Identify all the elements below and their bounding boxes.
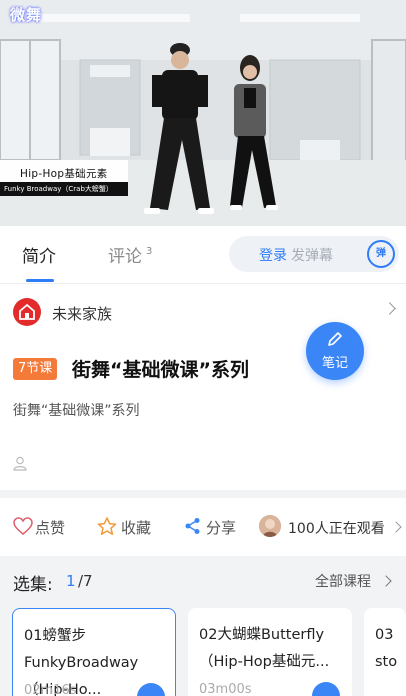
action-bar: 点赞 收藏 分享 100人正在观看 — [0, 498, 406, 556]
danmu-send-placeholder[interactable]: 发弹幕 — [291, 245, 333, 265]
video-player[interactable]: 微舞 Hip-Hop基础元素 Funky Broadway（Crab大螃蟹） — [0, 0, 406, 226]
course-title: 街舞“基础微课”系列 — [72, 359, 249, 381]
favorite-label: 收藏 — [121, 519, 152, 537]
episodes-header: 选集: 1 /7 全部课程 — [0, 556, 406, 604]
danmu-login-link[interactable]: 登录 — [259, 245, 287, 265]
heart-icon — [13, 517, 33, 535]
danmu-bar[interactable]: 登录 发弹幕 弹 — [229, 236, 399, 272]
viewer-avatar — [259, 515, 281, 537]
tab-comments-label: 评论 — [108, 247, 142, 267]
pen-icon — [328, 332, 342, 346]
like-label: 点赞 — [35, 519, 66, 537]
share-label: 分享 — [206, 519, 237, 537]
video-caption-title: Hip-Hop基础元素 — [20, 168, 108, 180]
danmu-toggle-icon[interactable]: 弹 — [367, 240, 395, 268]
chevron-right-icon[interactable] — [380, 575, 392, 587]
lesson-count-badge: 7节课 — [13, 358, 58, 380]
episode-total: /7 — [78, 572, 93, 590]
episode-title: 03 sto — [375, 627, 398, 670]
tab-bar: 简介 评论 3 登录 发弹幕 弹 — [0, 226, 406, 284]
course-page: 微舞 Hip-Hop基础元素 Funky Broadway（Crab大螃蟹） 简… — [0, 0, 406, 696]
note-label: 笔记 — [321, 356, 348, 371]
all-courses-link[interactable]: 全部课程 — [315, 571, 371, 591]
episode-card[interactable]: 02大蝴蝶Butterfly（Hip-Hop基础元... 03m00s — [188, 608, 352, 696]
chevron-right-icon — [390, 521, 402, 533]
note-button[interactable]: 笔记 — [306, 322, 364, 380]
tab-comments[interactable]: 评论 3 — [108, 242, 152, 267]
play-icon[interactable] — [312, 682, 340, 696]
tab-intro[interactable]: 简介 — [22, 242, 56, 267]
episode-current: 1 — [66, 572, 76, 590]
episodes-label: 选集: — [13, 575, 53, 595]
episode-card[interactable]: 01螃蟹步FunkyBroadway（Hip-Ho... 02m16s — [12, 608, 176, 696]
org-name: 未来家族 — [52, 305, 113, 323]
course-description: 街舞“基础微课”系列 — [13, 403, 140, 419]
chevron-right-icon — [383, 302, 396, 315]
person-icon — [13, 456, 27, 471]
share-icon — [185, 518, 200, 534]
video-caption-subtitle: Funky Broadway（Crab大螃蟹） — [0, 182, 128, 196]
episode-card[interactable]: 03 sto — [364, 608, 406, 696]
comment-count: 3 — [146, 246, 153, 257]
home-icon — [13, 298, 41, 326]
watching-count[interactable]: 100人正在观看 — [288, 518, 385, 538]
episode-duration: 02m16s — [24, 683, 77, 696]
star-icon — [97, 517, 117, 535]
episode-duration: 03m00s — [199, 682, 252, 696]
episode-title: 02大蝴蝶Butterfly（Hip-Hop基础元... — [199, 627, 330, 670]
app-logo: 微舞 — [10, 6, 43, 24]
tab-active-indicator — [26, 279, 54, 282]
